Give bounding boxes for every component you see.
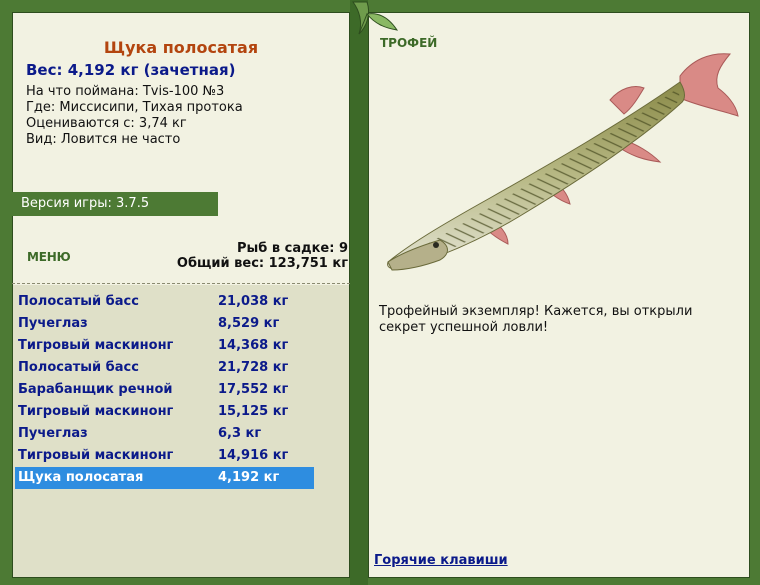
catch-row-name: Полосатый басс: [18, 360, 139, 375]
catch-row-name: Барабанщик речной: [18, 382, 173, 397]
catch-row[interactable]: Полосатый басс 21,038 кг: [15, 291, 314, 313]
fish-valued-from: Оцениваются с: 3,74 кг: [26, 116, 187, 131]
keepnet-total-weight: Общий вес: 123,751 кг: [176, 256, 348, 271]
catch-row-name: Пучеглаз: [18, 316, 88, 331]
fish-bait: На что поймана: Tvis-100 №3: [26, 84, 225, 99]
catch-row[interactable]: Полосатый басс 21,728 кг: [15, 357, 314, 379]
catch-row-weight: 14,368 кг: [218, 338, 289, 353]
catch-row-weight: 21,728 кг: [218, 360, 289, 375]
fish-location: Где: Миссисипи, Тихая протока: [26, 100, 243, 115]
catch-row-weight: 6,3 кг: [218, 426, 262, 441]
panel-divider: [350, 0, 368, 585]
trophy-description: Трофейный экземпляр! Кажется, вы открыли…: [379, 304, 693, 335]
catch-row-weight: 14,916 кг: [218, 448, 289, 463]
fish-rarity: Вид: Ловится не часто: [26, 132, 181, 147]
keepnet-count: Рыб в садке: 9: [236, 241, 348, 256]
catch-row-weight: 17,552 кг: [218, 382, 289, 397]
fish-weight: Вес: 4,192 кг (зачетная): [26, 61, 236, 79]
catch-row[interactable]: Пучеглаз 8,529 кг: [15, 313, 314, 335]
catch-row-weight: 15,125 кг: [218, 404, 289, 419]
catch-row-name: Полосатый басс: [18, 294, 139, 309]
catch-row[interactable]: Пучеглаз 6,3 кг: [15, 423, 314, 445]
catch-row-weight: 8,529 кг: [218, 316, 280, 331]
catch-row[interactable]: Тигровый маскинонг 14,916 кг: [15, 445, 314, 467]
catch-row-name: Пучеглаз: [18, 426, 88, 441]
menu-button[interactable]: МЕНЮ: [27, 250, 71, 264]
fish-title: Щука полосатая: [103, 38, 259, 57]
list-divider: [12, 283, 350, 284]
catch-row-name: Тигровый маскинонг: [18, 448, 174, 463]
catch-row-weight: 21,038 кг: [218, 294, 289, 309]
catch-row-name: Щука полосатая: [18, 470, 144, 485]
catch-row[interactable]: Тигровый маскинонг 14,368 кг: [15, 335, 314, 357]
catch-row[interactable]: Барабанщик речной 17,552 кг: [15, 379, 314, 401]
catch-row-name: Тигровый маскинонг: [18, 404, 174, 419]
catch-row[interactable]: Тигровый маскинонг 15,125 кг: [15, 401, 314, 423]
catch-row-weight: 4,192 кг: [218, 470, 280, 485]
catch-row-name: Тигровый маскинонг: [18, 338, 174, 353]
hotkeys-link[interactable]: Горячие клавиши: [374, 553, 508, 568]
catch-row-selected[interactable]: Щука полосатая 4,192 кг: [15, 467, 314, 489]
pike-fish-image: [387, 53, 739, 271]
game-version-bar: Версия игры: 3.7.5: [12, 192, 218, 216]
